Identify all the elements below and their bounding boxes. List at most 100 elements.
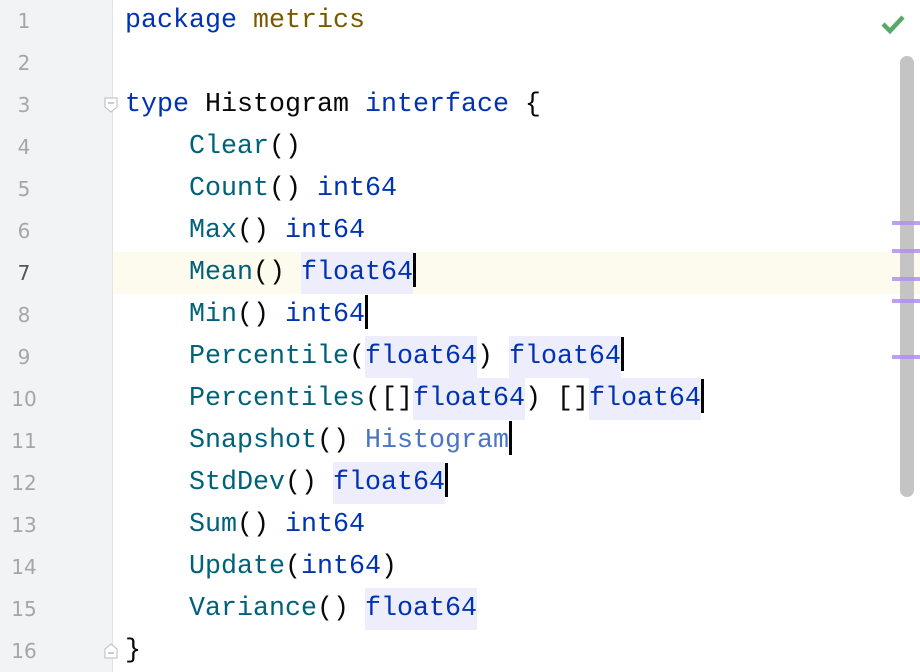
code-token: Percentile <box>189 342 349 372</box>
code-line[interactable]: type Histogram interface { <box>113 84 920 126</box>
line-number: 1 <box>17 9 31 33</box>
code-token: int64 <box>285 300 365 330</box>
code-token: Snapshot <box>189 426 317 456</box>
error-stripe-marker[interactable] <box>892 355 920 359</box>
code-text: Sum() int64 <box>125 504 365 546</box>
line-number: 5 <box>17 177 31 201</box>
code-token: int64 <box>316 174 397 204</box>
code-token: float64 <box>508 336 621 378</box>
code-token: () <box>316 594 365 624</box>
code-token: float64 <box>364 588 477 630</box>
code-token: () <box>316 426 365 456</box>
code-token: int64 <box>300 552 381 582</box>
code-line[interactable] <box>113 42 920 84</box>
line-number: 11 <box>11 429 37 453</box>
error-stripe-marker[interactable] <box>892 249 920 253</box>
code-text: type Histogram interface { <box>125 84 541 126</box>
code-token: interface <box>364 90 509 120</box>
line-number: 16 <box>11 639 37 663</box>
line-number: 10 <box>11 387 37 411</box>
code-line[interactable]: Min() int64 <box>113 294 920 336</box>
line-number: 14 <box>11 555 37 579</box>
line-number: 4 <box>17 135 31 159</box>
code-token: () <box>237 300 285 330</box>
code-line[interactable]: StdDev() float64 <box>113 462 920 504</box>
line-number: 6 <box>17 219 31 243</box>
line-number: 12 <box>11 471 37 495</box>
line-number: 9 <box>17 345 31 369</box>
code-line[interactable]: Percentiles([]float64) []float64 <box>113 378 920 420</box>
fold-icon[interactable] <box>104 97 118 113</box>
line-number: 8 <box>17 303 31 327</box>
code-line[interactable]: package metrics <box>113 0 920 42</box>
text-caret <box>364 294 368 329</box>
code-token: Sum <box>189 510 237 540</box>
text-caret <box>412 252 416 287</box>
code-line[interactable]: Percentile(float64) float64 <box>113 336 920 378</box>
code-text: package metrics <box>125 0 365 42</box>
code-text: } <box>125 630 141 672</box>
code-line[interactable]: Update(int64) <box>113 546 920 588</box>
code-token: { <box>508 90 541 120</box>
code-token: () <box>284 468 333 498</box>
code-text: Min() int64 <box>125 294 368 336</box>
code-line[interactable]: Variance() float64 <box>113 588 920 630</box>
line-number: 13 <box>11 513 37 537</box>
code-token: int64 <box>285 510 365 540</box>
line-number: 2 <box>17 51 31 75</box>
code-token: } <box>125 636 141 666</box>
check-icon[interactable] <box>880 12 906 36</box>
code-token: Clear <box>189 132 269 162</box>
code-token: ( <box>284 552 301 582</box>
code-token: Min <box>189 300 237 330</box>
code-line[interactable]: Clear() <box>113 126 920 168</box>
code-text: Percentile(float64) float64 <box>125 336 624 378</box>
code-token: () <box>237 510 285 540</box>
code-token: Update <box>189 552 285 582</box>
code-line[interactable]: Max() int64 <box>113 210 920 252</box>
code-token: float64 <box>301 252 413 294</box>
code-token: StdDev <box>189 468 285 498</box>
code-token: ) <box>476 342 509 372</box>
code-line[interactable]: Sum() int64 <box>113 504 920 546</box>
code-token: metrics <box>252 6 365 36</box>
code-token: Count <box>189 174 269 204</box>
code-token: () <box>253 258 301 288</box>
code-text: Percentiles([]float64) []float64 <box>125 378 704 420</box>
code-token: package <box>125 6 237 36</box>
code-token: Variance <box>189 594 317 624</box>
line-number: 7 <box>17 261 31 285</box>
error-stripe-marker[interactable] <box>892 221 920 225</box>
code-line[interactable]: } <box>113 630 920 672</box>
code-token: ( <box>348 342 365 372</box>
code-text: Clear() <box>125 126 301 168</box>
code-line[interactable]: Mean() float64 <box>113 252 920 294</box>
text-caret <box>508 420 512 455</box>
code-text: StdDev() float64 <box>125 462 448 504</box>
code-token: () <box>268 174 317 204</box>
code-token: Histogram <box>189 90 365 120</box>
code-text: Mean() float64 <box>125 252 416 294</box>
code-text: Update(int64) <box>125 546 397 588</box>
error-stripe-marker[interactable] <box>892 299 920 303</box>
code-text: Variance() float64 <box>125 588 477 630</box>
code-token: int64 <box>285 216 365 246</box>
code-token: () <box>268 132 301 162</box>
code-token: float64 <box>332 462 445 504</box>
line-number: 3 <box>17 93 31 117</box>
code-text: Count() int64 <box>125 168 397 210</box>
code-token: ) <box>380 552 397 582</box>
line-number: 15 <box>11 597 37 621</box>
fold-icon[interactable] <box>104 643 118 659</box>
error-stripe-marker[interactable] <box>892 277 920 281</box>
code-line[interactable]: Count() int64 <box>113 168 920 210</box>
code-line[interactable]: Snapshot() Histogram <box>113 420 920 462</box>
code-token: float64 <box>412 378 525 420</box>
